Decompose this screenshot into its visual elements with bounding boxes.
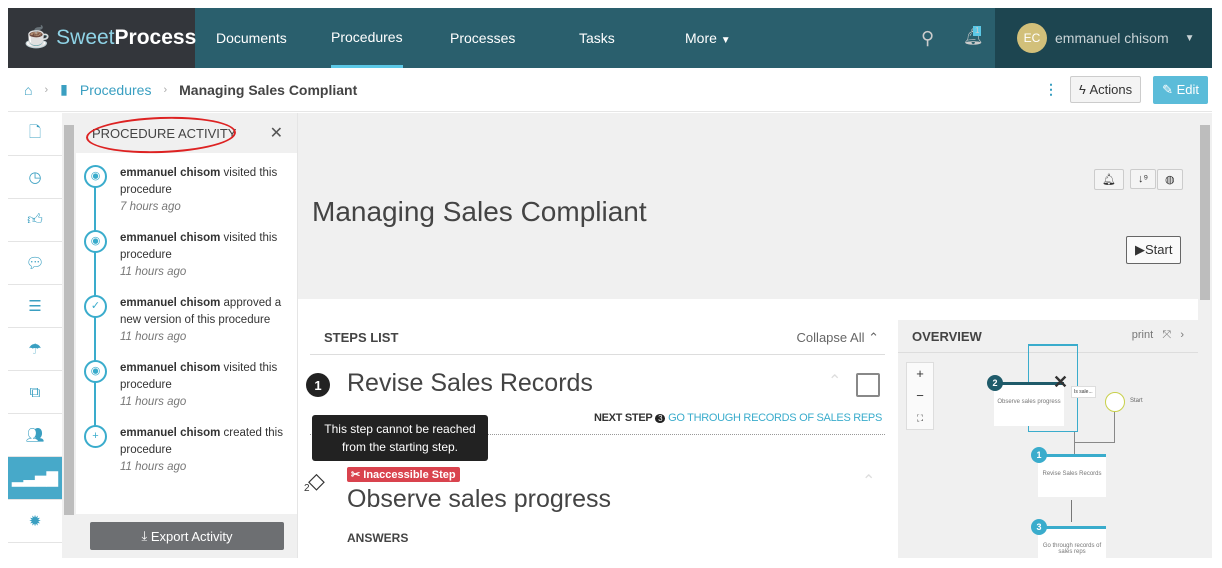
step-title[interactable]: Observe sales progress [347, 485, 611, 514]
overview-panel: OVERVIEW print ⤧ › + − ⛶ Observe sales pro… [898, 320, 1198, 558]
settings-icon[interactable]: ✹ [8, 500, 62, 543]
search-icon[interactable]: ⚲ [921, 8, 934, 68]
red-annotation-circle [85, 114, 237, 156]
nav-processes[interactable]: Processes [450, 8, 515, 68]
flow-node[interactable]: Revise Sales Records [1038, 454, 1106, 497]
start-button[interactable]: ▶Start [1126, 236, 1182, 264]
globe-icon[interactable]: ◍ [1157, 169, 1183, 190]
step-number: 2 [304, 483, 310, 494]
sidebar-scrollbar[interactable] [62, 113, 76, 558]
chevron-right-icon: › [163, 83, 168, 96]
answers-label: ANSWERS [347, 531, 409, 545]
sort-icon[interactable]: ↓⁹ [1130, 169, 1157, 189]
user-menu[interactable]: EC emmanuel chisom ▼ [995, 8, 1212, 68]
checklist-icon[interactable]: ☰ [8, 285, 62, 328]
print-link[interactable]: print [1132, 329, 1153, 341]
overview-title: OVERVIEW [912, 329, 982, 344]
start-node[interactable] [1105, 392, 1125, 412]
scrollbar-thumb[interactable] [64, 125, 74, 515]
zoom-in-button[interactable]: + [907, 363, 933, 385]
home-icon[interactable]: ⌂ [24, 82, 32, 98]
play-icon: ▶ [1135, 242, 1145, 257]
nav-more[interactable]: More ▼ [685, 8, 731, 68]
chevron-down-icon: ▼ [720, 35, 731, 46]
notification-badge: 1 [973, 26, 982, 36]
activity-icon[interactable]: ▂▃▅▇ [8, 457, 62, 500]
expand-icon[interactable]: ⤧ [1162, 329, 1171, 341]
edit-button[interactable]: ✎ Edit [1153, 75, 1208, 104]
download-icon: ⤓ [141, 528, 151, 543]
steps-list: STEPS LIST Collapse All ⌃ 1 Revise Sales… [304, 320, 885, 545]
activity-panel: PROCEDURE ACTIVITY ✕ ◉ emmanuel chisom vis… [76, 113, 298, 558]
activity-item: ◉ emmanuel chisom visited this procedure 1… [76, 222, 297, 296]
plus-icon: + [84, 425, 107, 448]
comments-icon[interactable]: 💬︎ [8, 242, 62, 285]
breadcrumb: ⌂ › ▮ Procedures › Managing Sales Complian… [8, 68, 1212, 112]
node-number: 1 [1031, 447, 1047, 463]
export-activity-button[interactable]: ⤓ Export Activity [90, 522, 284, 550]
step-number: 1 [306, 373, 330, 397]
chevron-up-icon[interactable]: ⌃ [828, 371, 841, 391]
users-icon[interactable]: 👥︎ [8, 414, 62, 457]
clock-icon[interactable]: ◷ [8, 156, 62, 199]
avatar: EC [1017, 23, 1047, 53]
side-icon-bar: 🗋 ◷ 👍︎ 💬︎ ☰ ☂ ⧉ 👥︎ ▂▃▅▇ ✹ [8, 113, 62, 558]
decision-diamond-icon: ◇ [308, 468, 325, 493]
activity-item: ◉ emmanuel chisom visited this procedure 7… [76, 157, 297, 231]
steps-list-header: STEPS LIST [324, 330, 399, 345]
chevron-right-icon: › [44, 83, 49, 96]
breadcrumb-procedures[interactable]: Procedures [80, 82, 152, 98]
fit-icon[interactable]: ⛶ [907, 407, 933, 429]
start-label: Start [1130, 398, 1143, 404]
close-icon[interactable]: ✕ [270, 123, 283, 143]
next-step-link[interactable]: GO THROUGH RECORDS OF SALES REPS [668, 412, 882, 424]
breadcrumb-current: Managing Sales Compliant [179, 81, 358, 98]
step-checkbox[interactable] [856, 373, 880, 397]
check-icon: ✓ [84, 295, 107, 318]
document-icon: ▮ [60, 81, 68, 97]
nav-procedures[interactable]: Procedures [331, 8, 403, 68]
step-title[interactable]: Revise Sales Records [347, 369, 593, 398]
eye-icon: ◉ [84, 230, 107, 253]
top-nav: ☕ SweetProcess Documents Procedures Proce… [8, 8, 1212, 68]
chevron-up-icon[interactable]: ⌃ [862, 471, 875, 491]
umbrella-icon[interactable]: ☂ [8, 328, 62, 371]
cup-icon: ☕ [24, 26, 51, 49]
activity-item: ◉ emmanuel chisom visited this procedure 1… [76, 352, 297, 426]
main-scrollbar[interactable] [1198, 113, 1212, 558]
close-x-icon: ✕ [1053, 372, 1069, 392]
zoom-out-button[interactable]: − [907, 385, 933, 407]
bell-icon[interactable]: 🔔︎ 1 [963, 8, 983, 68]
decision-label: Is sale... [1071, 386, 1096, 398]
nav-documents[interactable]: Documents [216, 8, 287, 68]
logo[interactable]: ☕ SweetProcess [8, 8, 196, 68]
procedure-header: Managing Sales Compliant 🔔︎ ↓⁹ ◍ ▶Start [298, 113, 1198, 299]
chevron-down-icon: ▼ [1184, 32, 1195, 44]
bell-icon[interactable]: 🔔︎ [1094, 169, 1124, 190]
thumbs-up-icon[interactable]: 👍︎ [8, 199, 62, 242]
eye-icon: ◉ [84, 360, 107, 383]
actions-button[interactable]: ϟ Actions [1069, 76, 1142, 103]
copy-icon[interactable]: ⧉ [8, 371, 62, 414]
node-number: 3 [1031, 519, 1047, 535]
scrollbar-thumb[interactable] [1200, 125, 1210, 300]
nav-tasks[interactable]: Tasks [579, 8, 615, 68]
activity-item: ✓ emmanuel chisom approved a new version … [76, 287, 297, 361]
activity-item: + emmanuel chisom created this procedure 1… [76, 417, 297, 482]
page-title: Managing Sales Compliant [312, 196, 647, 227]
inaccessible-badge: ✂ Inaccessible Step [347, 467, 460, 482]
node-number: 2 [987, 375, 1003, 391]
chevron-right-icon[interactable]: › [1180, 329, 1184, 341]
document-icon[interactable]: 🗋 [8, 113, 62, 156]
flow-node[interactable]: Go through records of sales reps [1038, 526, 1106, 558]
step-2: ◇ 2 ✂ Inaccessible Step Observe sales pr… [304, 435, 885, 545]
collapse-all-button[interactable]: Collapse All ⌃ [797, 330, 879, 346]
eye-icon: ◉ [84, 165, 107, 188]
next-step: NEXT STEP 3 GO THROUGH RECORDS OF SALES … [593, 412, 882, 424]
more-vertical-icon[interactable]: ⋮ [1044, 81, 1058, 98]
